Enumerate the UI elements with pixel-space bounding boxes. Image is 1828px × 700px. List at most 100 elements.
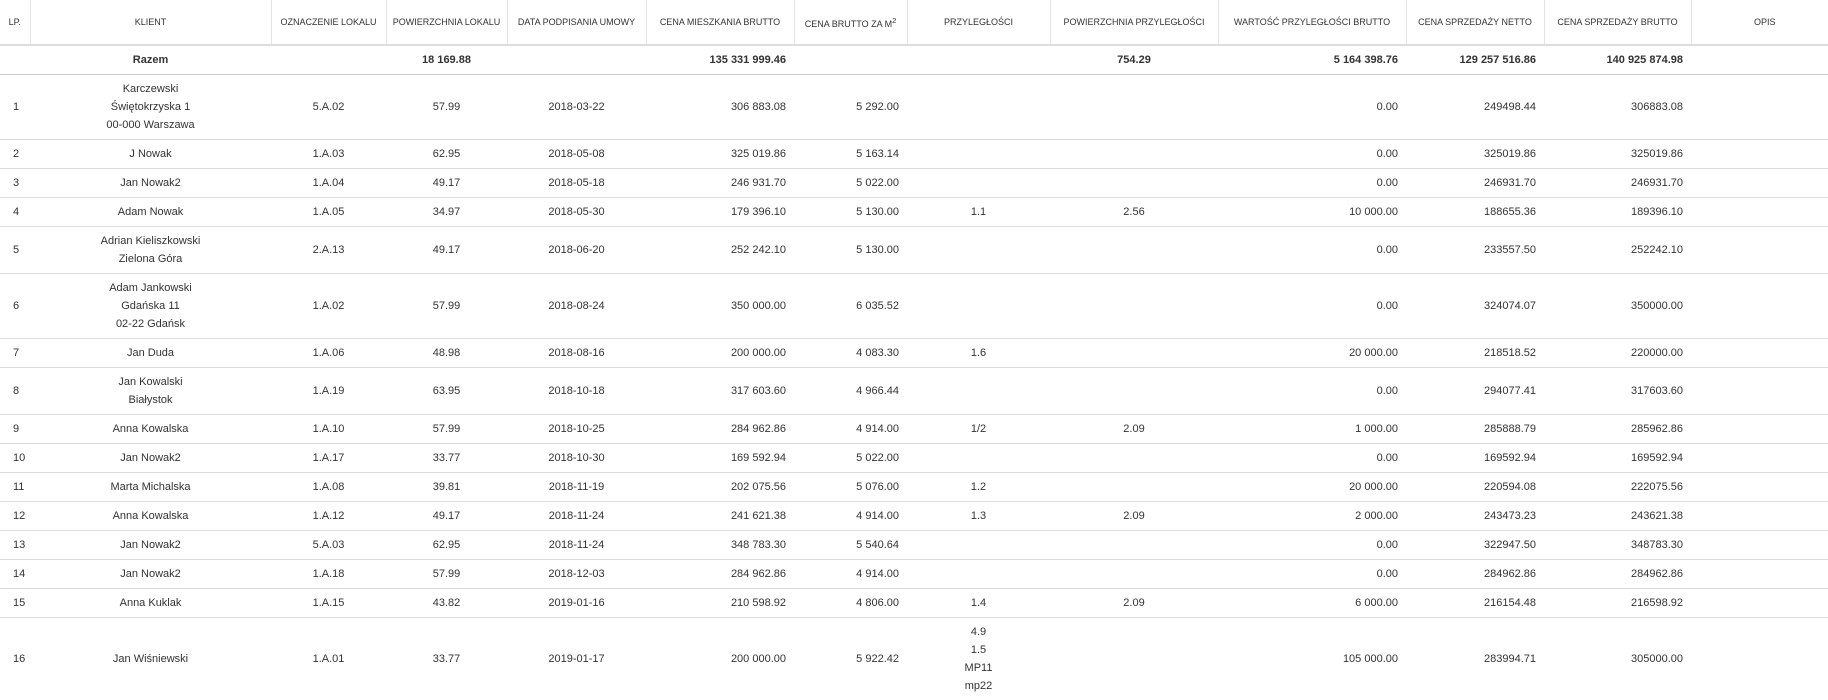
col-header-cena-mieszkania[interactable]: CENA MIESZKANIA BRUTTO <box>645 0 794 46</box>
cell-pow-przyl <box>1050 558 1218 588</box>
col-header-przyleglosci[interactable]: PRZYLEGŁOŚCI <box>906 0 1050 46</box>
table-row[interactable]: 7 Jan Duda 1.A.06 48.98 2018-08-16 200 000.00… <box>0 337 1828 367</box>
cell-klient-line: Anna Kowalska <box>112 509 189 522</box>
cell-oznaczenie: 1.A.19 <box>271 366 386 414</box>
cell-klient: Adam Nowak <box>30 196 271 226</box>
cell-cena-mieszkania: 284 962.86 <box>646 558 794 588</box>
cell-oznaczenie: 1.A.08 <box>271 471 386 501</box>
cell-lp: 5 <box>0 225 30 273</box>
cell-klient-line: Adam Jankowski <box>109 281 192 294</box>
cell-cena-mieszkania: 317 603.60 <box>646 366 794 414</box>
cell-przyleglosci-line: 1.3 <box>970 509 987 522</box>
summary-netto: 129 257 516.86 <box>1459 53 1536 66</box>
cell-klient-line: Marta Michalska <box>110 480 191 493</box>
cell-przyleglosci: 4.9 1.5 MP11 mp22 <box>907 616 1050 700</box>
cell-klient-line: Jan Duda <box>126 346 175 359</box>
col-header-cena-m2[interactable]: CENA BRUTTO ZA M2 <box>793 0 907 46</box>
cell-oznaczenie: 2.A.13 <box>271 225 386 273</box>
col-header-netto[interactable]: CENA SPRZEDAŻY NETTO <box>1405 0 1544 46</box>
col-header-data[interactable]: DATA PODPISANIA UMOWY <box>506 0 646 46</box>
cell-brutto: 220000.00 <box>1544 337 1691 367</box>
cell-cena-mieszkania: 200 000.00 <box>646 616 794 700</box>
table-row[interactable]: 15 Anna Kuklak 1.A.15 43.82 2019-01-16 210 59… <box>0 587 1828 617</box>
cell-netto: 283994.71 <box>1406 616 1544 700</box>
cell-powierzchnia: 57.99 <box>386 272 507 338</box>
cell-cena-m2: 6 035.52 <box>794 272 907 338</box>
table-row[interactable]: 4 Adam Nowak 1.A.05 34.97 2018-05-30 179 396.… <box>0 196 1828 226</box>
col-header-oznaczenie[interactable]: OZNACZENIE LOKALU <box>270 0 386 46</box>
cell-oznaczenie: 1.A.01 <box>271 616 386 700</box>
cell-opis <box>1691 471 1828 501</box>
table-row[interactable]: 14 Jan Nowak2 1.A.18 57.99 2018-12-03 284 962… <box>0 558 1828 588</box>
cell-klient: Karczewski Świętokrzyska 1 00-000 Warszawa <box>30 73 271 139</box>
cell-data: 2018-10-30 <box>507 442 646 472</box>
cell-powierzchnia: 57.99 <box>386 558 507 588</box>
cell-powierzchnia: 39.81 <box>386 471 507 501</box>
cell-przyleglosci <box>907 529 1050 559</box>
col-header-brutto[interactable]: CENA SPRZEDAŻY BRUTTO <box>1543 0 1691 46</box>
cell-powierzchnia: 49.17 <box>386 167 507 197</box>
cell-data: 2018-10-25 <box>507 413 646 443</box>
cell-klient: Jan Kowalski Białystok <box>30 366 271 414</box>
sales-table: LP. KLIENT OZNACZENIE LOKALU POWIERZCHNI… <box>0 0 1828 700</box>
table-row[interactable]: 11 Marta Michalska 1.A.08 39.81 2018-11-19 20… <box>0 471 1828 501</box>
cell-cena-m2: 4 083.30 <box>794 337 907 367</box>
table-row[interactable]: 2 J Nowak 1.A.03 62.95 2018-05-08 325 019.86 5… <box>0 138 1828 168</box>
cell-klient: Jan Wiśniewski <box>30 616 271 700</box>
cell-wartosc-przyl: 0.00 <box>1218 167 1406 197</box>
table-row[interactable]: 3 Jan Nowak2 1.A.04 49.17 2018-05-18 246 931.… <box>0 167 1828 197</box>
cell-oznaczenie: 1.A.02 <box>271 272 386 338</box>
cell-opis <box>1691 616 1828 700</box>
cell-cena-mieszkania: 252 242.10 <box>646 225 794 273</box>
cell-wartosc-przyl: 105 000.00 <box>1218 616 1406 700</box>
table-row[interactable]: 6 Adam Jankowski Gdańska 11 02-22 Gdańsk 1.A… <box>0 272 1828 338</box>
cell-opis <box>1691 529 1828 559</box>
table-row[interactable]: 1 Karczewski Świętokrzyska 1 00-000 Warszaw… <box>0 73 1828 139</box>
cell-cena-mieszkania: 350 000.00 <box>646 272 794 338</box>
cell-pow-przyl <box>1050 138 1218 168</box>
cell-brutto: 169592.94 <box>1544 442 1691 472</box>
cell-data: 2018-11-24 <box>507 500 646 530</box>
cell-pow-przyl <box>1050 73 1218 139</box>
col-header-pow-przyl[interactable]: POWIERZCHNIA PRZYLEGŁOŚCI <box>1049 0 1218 46</box>
cell-cena-m2: 5 076.00 <box>794 471 907 501</box>
col-header-powierzchnia[interactable]: POWIERZCHNIA LOKALU <box>385 0 507 46</box>
col-header-opis[interactable]: OPIS <box>1690 0 1828 46</box>
cell-przyleglosci-line: 1.5 <box>970 643 987 656</box>
summary-row: Razem 18 169.88 135 331 999.46 754.29 5 … <box>0 45 1828 74</box>
cell-brutto: 325019.86 <box>1544 138 1691 168</box>
table-row[interactable]: 5 Adrian Kieliszkowski Zielona Góra 2.A.13 4… <box>0 225 1828 273</box>
table-row[interactable]: 13 Jan Nowak2 5.A.03 62.95 2018-11-24 348 783… <box>0 529 1828 559</box>
cell-brutto: 285962.86 <box>1544 413 1691 443</box>
cell-cena-m2: 5 022.00 <box>794 167 907 197</box>
cell-brutto: 306883.08 <box>1544 73 1691 139</box>
table-row[interactable]: 8 Jan Kowalski Białystok 1.A.19 63.95 2018-10… <box>0 366 1828 414</box>
cell-przyleglosci: 1.6 <box>907 337 1050 367</box>
table-row[interactable]: 10 Jan Nowak2 1.A.17 33.77 2018-10-30 169 592… <box>0 442 1828 472</box>
cell-klient-line: Karczewski <box>122 82 179 95</box>
cell-opis <box>1691 500 1828 530</box>
table-row[interactable]: 9 Anna Kowalska 1.A.10 57.99 2018-10-25 284 9… <box>0 413 1828 443</box>
cell-przyleglosci: 1.1 <box>907 196 1050 226</box>
cell-cena-mieszkania: 169 592.94 <box>646 442 794 472</box>
cell-oznaczenie: 1.A.15 <box>271 587 386 617</box>
cell-netto: 285888.79 <box>1406 413 1544 443</box>
cell-klient-line: Jan Wiśniewski <box>112 652 189 665</box>
cell-data: 2019-01-16 <box>507 587 646 617</box>
cena-m2-label: CENA BRUTTO ZA M <box>804 18 893 29</box>
col-header-wartosc-przyl[interactable]: WARTOŚĆ PRZYLEGŁOŚCI BRUTTO <box>1217 0 1406 46</box>
col-header-lp[interactable]: LP. <box>0 0 30 46</box>
cell-oznaczenie: 1.A.18 <box>271 558 386 588</box>
col-header-klient[interactable]: KLIENT <box>29 0 271 46</box>
cell-klient-line: Jan Nowak2 <box>120 176 181 189</box>
cell-oznaczenie: 1.A.06 <box>271 337 386 367</box>
cell-lp: 10 <box>0 442 30 472</box>
summary-label: Razem <box>132 53 169 66</box>
table-row[interactable]: 12 Anna Kowalska 1.A.12 49.17 2018-11-24 241 … <box>0 500 1828 530</box>
summary-brutto: 140 925 874.98 <box>1606 53 1683 66</box>
cell-wartosc-przyl: 0.00 <box>1218 558 1406 588</box>
cell-lp: 12 <box>0 500 30 530</box>
cell-oznaczenie: 1.A.05 <box>271 196 386 226</box>
cell-lp: 13 <box>0 529 30 559</box>
table-row[interactable]: 16 Jan Wiśniewski 1.A.01 33.77 2019-01-17 200… <box>0 616 1828 700</box>
